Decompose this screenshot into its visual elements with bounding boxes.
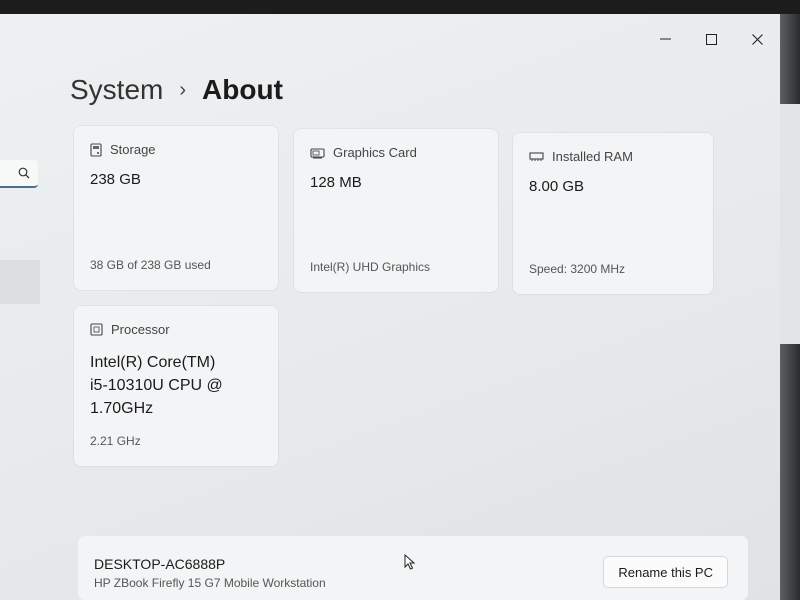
processor-detail: 2.21 GHz: [90, 434, 141, 448]
window-caption-buttons: [642, 26, 780, 52]
installed-ram-value: 8.00 GB: [529, 178, 585, 195]
installed-ram-card[interactable]: Installed RAM 8.00 GB Speed: 3200 MHz: [513, 133, 713, 294]
installed-ram-detail: Speed: 3200 MHz: [529, 262, 626, 276]
search-icon: [18, 167, 30, 179]
sidebar-item-system[interactable]: [0, 260, 40, 304]
mouse-pointer-icon: [404, 554, 416, 570]
processor-value-line: i5-10310U CPU @: [90, 377, 223, 394]
graphics-card-icon: [310, 147, 325, 159]
page-title: About: [202, 74, 283, 105]
settings-window: System › About Storage 238 GB 38 GB of 2…: [0, 14, 780, 600]
graphics-card-label: Graphics Card: [333, 145, 417, 160]
processor-icon: [90, 323, 103, 336]
chevron-right-icon: ›: [179, 78, 187, 101]
storage-icon: [90, 142, 102, 157]
graphics-card-value: 128 MB: [310, 174, 362, 191]
breadcrumb: System › About: [70, 74, 283, 106]
breadcrumb-system-link[interactable]: System: [70, 74, 163, 106]
background-window-edge: [780, 104, 800, 344]
processor-label: Processor: [111, 322, 170, 337]
storage-value: 238 GB: [90, 171, 141, 188]
storage-detail: 38 GB of 238 GB used: [90, 258, 211, 272]
storage-label: Storage: [110, 142, 156, 157]
screen-bezel: [780, 14, 800, 600]
maximize-icon: [705, 33, 717, 45]
processor-value-line: Intel(R) Core(TM): [90, 354, 216, 371]
ram-icon: [529, 151, 544, 162]
rename-pc-button[interactable]: Rename this PC: [603, 556, 728, 588]
search-input[interactable]: [0, 160, 38, 188]
close-icon: [751, 33, 763, 45]
storage-card[interactable]: Storage 238 GB 38 GB of 238 GB used: [74, 126, 278, 290]
processor-value: Intel(R) Core(TM) i5-10310U CPU @ 1.70GH…: [90, 351, 262, 420]
installed-ram-label: Installed RAM: [552, 149, 633, 164]
processor-value-line: 1.70GHz: [90, 400, 154, 417]
graphics-card-detail: Intel(R) UHD Graphics: [310, 260, 431, 274]
processor-card[interactable]: Processor Intel(R) Core(TM) i5-10310U CP…: [74, 306, 278, 466]
minimize-icon: [659, 38, 671, 40]
close-button[interactable]: [734, 26, 780, 52]
maximize-button[interactable]: [688, 26, 734, 52]
graphics-card-card[interactable]: Graphics Card 128 MB Intel(R) UHD Graphi…: [294, 129, 498, 292]
minimize-button[interactable]: [642, 26, 688, 52]
